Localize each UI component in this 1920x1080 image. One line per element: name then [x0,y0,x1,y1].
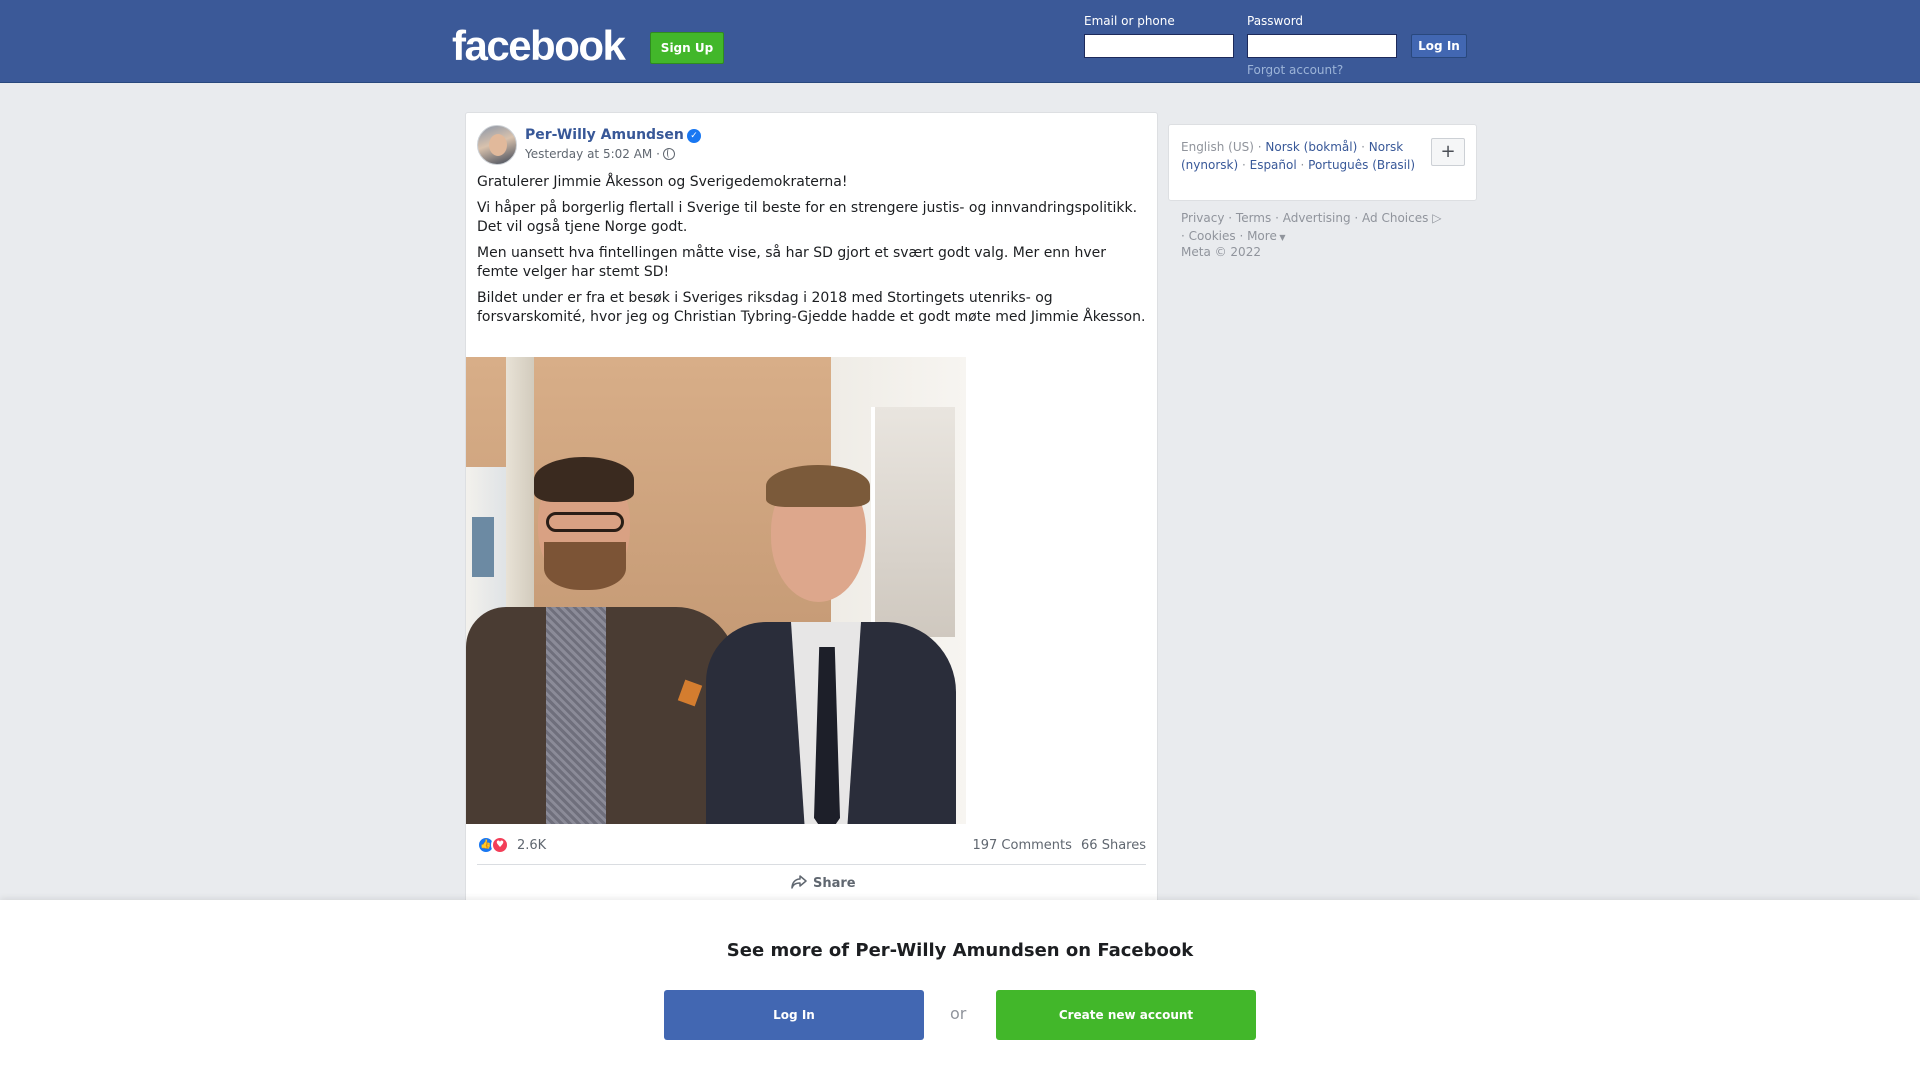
love-reaction-icon: ♥ [491,836,509,854]
post-photo[interactable] [466,357,966,824]
post-text: Gratulerer Jimmie Åkesson og Sverigedemo… [477,173,1147,334]
login-prompt-overlay: See more of Per-Willy Amundsen on Facebo… [0,900,1920,1080]
share-label: Share [813,876,856,891]
photo-person-left-shirt [546,607,606,824]
footer-link-more[interactable]: More [1247,229,1277,243]
reaction-count[interactable]: 2.6K [517,838,546,853]
share-icon [791,875,807,889]
footer-link-privacy[interactable]: Privacy [1181,211,1224,225]
footer-link-ad-choices[interactable]: Ad Choices [1362,211,1428,225]
comments-count[interactable]: 197 Comments [972,838,1071,853]
post-paragraph: Vi håper på borgerlig flertall i Sverige… [477,200,1138,235]
photo-glasses [546,512,624,532]
post-paragraph: Men uansett hva fintellingen måtte vise,… [477,245,1107,280]
footer-links: Privacy · Terms · Advertising · Ad Choic… [1181,211,1442,243]
more-languages-button[interactable]: + [1431,138,1465,166]
language-list: English (US) · Norsk (bokmål) · Norsk (n… [1181,140,1416,172]
or-separator: or [950,1004,967,1023]
photo-person-left-beard [544,542,626,590]
photo-person-left-hair [534,457,634,502]
post-card: Per-Willy Amundsen ✓ Yesterday at 5:02 A… [465,112,1158,912]
password-field[interactable] [1247,34,1397,58]
email-label: Email or phone [1084,14,1175,28]
current-language: English (US) · [1181,140,1262,154]
sign-up-button[interactable]: Sign Up [650,32,724,64]
post-stats: 197 Comments 66 Shares [967,838,1146,853]
ad-choices-icon: ▷ [1428,211,1442,225]
forgot-account-link[interactable]: Forgot account? [1247,63,1343,77]
overlay-title: See more of Per-Willy Amundsen on Facebo… [726,940,1194,961]
post-timestamp[interactable]: Yesterday at 5:02 AM · [525,147,660,161]
footer-link-advertising[interactable]: Advertising [1283,211,1351,225]
copyright: Meta © 2022 [1181,245,1261,259]
password-label: Password [1247,14,1304,28]
create-account-button[interactable]: Create new account [996,990,1256,1040]
top-navigation-bar: facebook Sign Up Email or phone Password… [0,0,1920,83]
language-selector: English (US) · Norsk (bokmål) · Norsk (n… [1168,124,1477,201]
shares-count[interactable]: 66 Shares [1081,838,1146,853]
footer-link-cookies[interactable]: Cookies [1189,229,1236,243]
language-option[interactable]: Norsk (bokmål) [1265,140,1357,154]
author-name[interactable]: Per-Willy Amundsen [525,127,684,143]
author-avatar[interactable] [477,125,517,165]
email-field[interactable] [1084,34,1234,58]
post-paragraph: Gratulerer Jimmie Åkesson og Sverigedemo… [477,174,848,190]
post-paragraph: Bildet under er fra et besøk i Sveriges … [477,290,1146,325]
photo-person-right-hair [766,465,870,507]
caret-down-icon: ▼ [1276,233,1286,242]
globe-icon [663,148,675,160]
log-in-button[interactable]: Log In [1411,34,1467,58]
footer-link-terms[interactable]: Terms [1236,211,1271,225]
share-button[interactable]: Share [791,875,856,891]
overlay-log-in-button[interactable]: Log In [664,990,924,1040]
language-option[interactable]: Português (Brasil) [1308,158,1415,172]
divider [477,864,1146,865]
verified-badge-icon: ✓ [687,129,701,143]
language-option[interactable]: Español [1250,158,1297,172]
facebook-logo[interactable]: facebook [452,22,626,70]
